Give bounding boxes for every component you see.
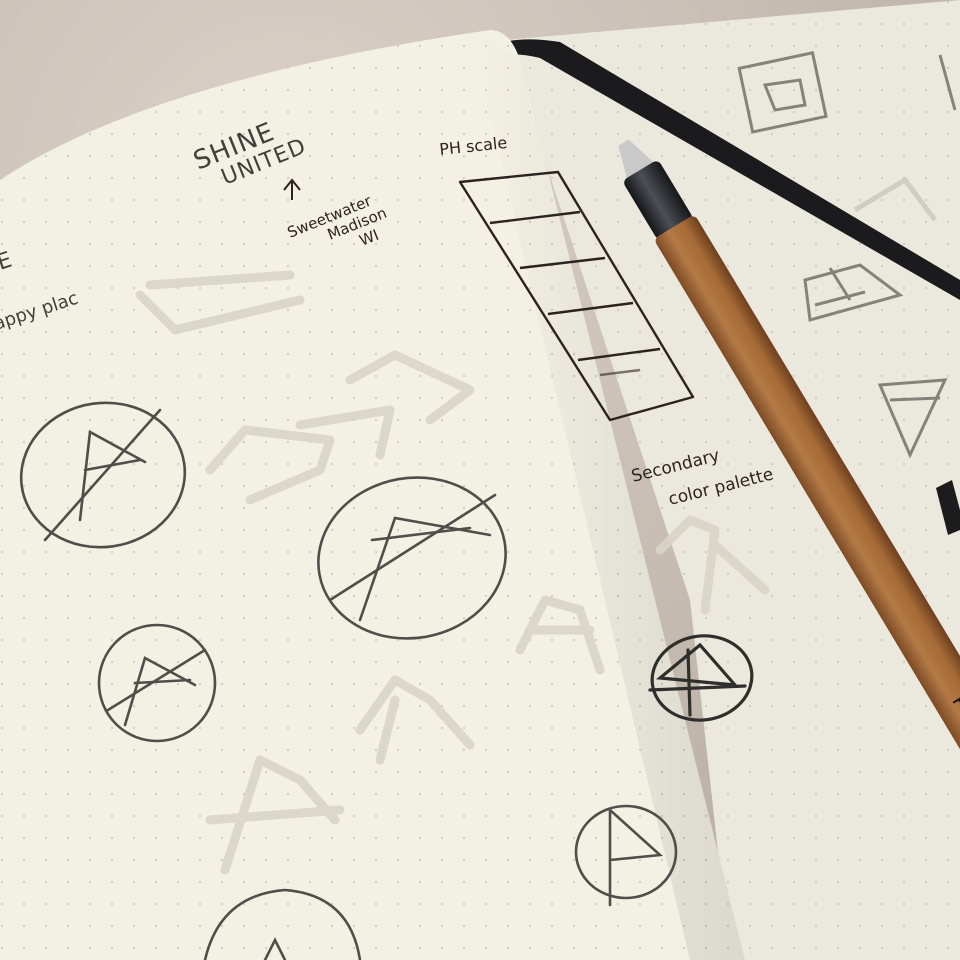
notebook-photo: SHINE UNITED E appy plac Sweetwater Madi… xyxy=(0,0,960,960)
photo-canvas: SHINE UNITED E appy plac Sweetwater Madi… xyxy=(0,0,960,960)
